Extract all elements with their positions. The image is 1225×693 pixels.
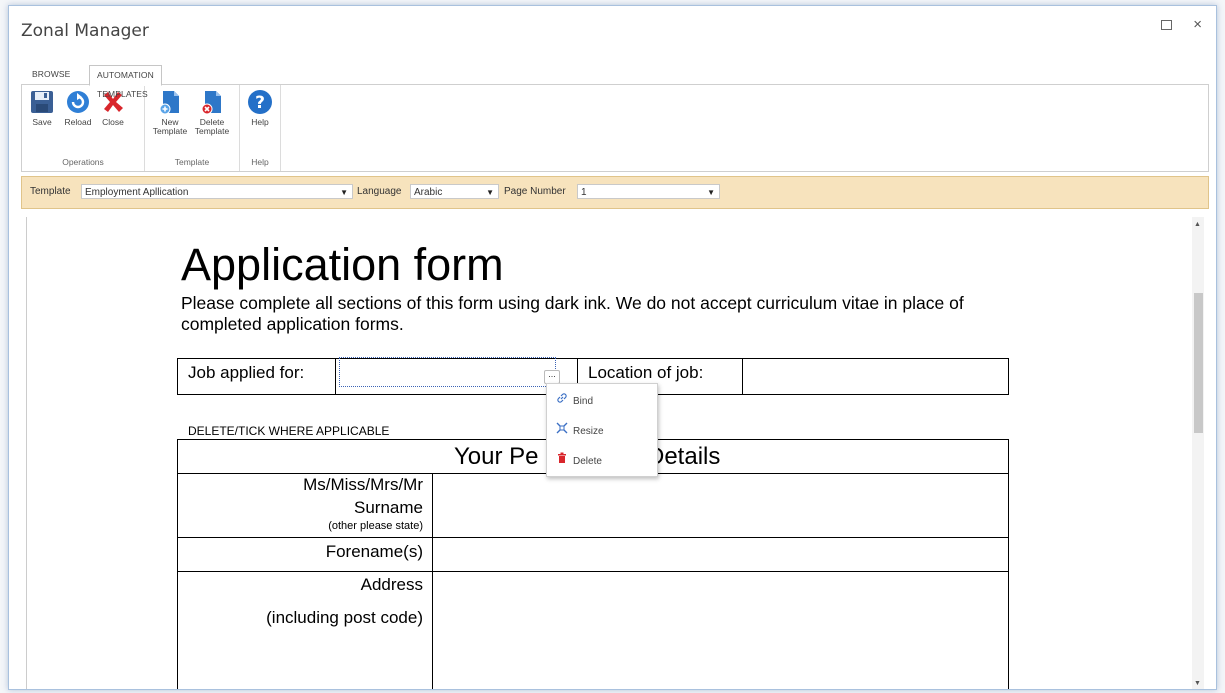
maximize-icon[interactable] <box>1161 20 1172 30</box>
divider <box>177 571 1009 572</box>
other-state-label: (other please state) <box>328 520 423 532</box>
context-menu-resize[interactable]: Resize <box>555 421 604 441</box>
zonal-manager-window: Zonal Manager × BROWSE AUTOMATION TEMPLA… <box>8 5 1217 690</box>
context-menu-bind[interactable]: Bind <box>555 391 593 411</box>
location-label: Location of job: <box>588 363 704 382</box>
divider <box>432 473 433 689</box>
language-select-value: Arabic <box>414 187 443 198</box>
resize-label: Resize <box>573 426 604 437</box>
section-title-right: Details <box>647 443 721 470</box>
divider <box>742 358 743 395</box>
chevron-down-icon: ▼ <box>340 188 348 197</box>
delete-template-button[interactable]: Delete Template <box>193 89 231 136</box>
divider <box>335 358 336 395</box>
window-title: Zonal Manager <box>21 21 149 41</box>
bind-label: Bind <box>573 396 594 407</box>
scroll-thumb[interactable] <box>1194 293 1203 433</box>
resize-icon <box>555 421 569 441</box>
delete-label: Delete <box>573 456 602 467</box>
tab-automation-templates[interactable]: AUTOMATION TEMPLATES <box>89 65 162 99</box>
group-label-template: Template <box>174 157 210 167</box>
reload-icon <box>65 89 91 115</box>
scroll-up-icon[interactable]: ▲ <box>1194 221 1201 228</box>
save-icon <box>29 89 55 115</box>
language-label: Language <box>357 186 402 197</box>
zone-context-menu: Bind Resize Delete <box>546 383 658 477</box>
reload-label: Reload <box>64 117 92 127</box>
document-title: Application form <box>181 239 504 290</box>
help-icon: ? <box>247 89 273 115</box>
page-number-select-value: 1 <box>581 187 587 198</box>
chevron-down-icon: ▼ <box>486 188 494 197</box>
save-label: Save <box>32 117 52 127</box>
ribbon-group-help: ? Help Help <box>240 85 281 171</box>
forenames-label: Forename(s) <box>325 542 423 561</box>
group-label-operations: Operations <box>62 157 104 167</box>
postcode-label: (including post code) <box>266 608 423 627</box>
surname-label: Surname <box>354 498 423 517</box>
job-applied-zone[interactable] <box>339 357 556 387</box>
close-icon[interactable]: × <box>1193 16 1202 33</box>
section-title-left: Your Pe <box>454 443 539 470</box>
ribbon: Save Reload Close Operations New Templat… <box>21 84 1209 172</box>
template-select-value: Employment Apllication <box>85 187 189 198</box>
new-template-label: New Template <box>152 117 188 136</box>
title-field-label: Ms/Miss/Mrs/Mr <box>303 475 423 494</box>
link-icon <box>555 391 569 411</box>
trash-icon <box>555 451 569 471</box>
context-menu-delete[interactable]: Delete <box>555 451 602 471</box>
close-label: Close <box>102 117 124 127</box>
template-filter-bar: Template Employment Apllication ▼ Langua… <box>21 176 1209 209</box>
save-button[interactable]: Save <box>28 89 56 127</box>
template-select[interactable]: Employment Apllication ▼ <box>81 184 353 199</box>
address-label: Address <box>360 575 423 594</box>
divider <box>177 537 1009 538</box>
job-applied-label: Job applied for: <box>188 363 305 382</box>
new-template-button[interactable]: New Template <box>152 89 188 136</box>
help-label: Help <box>251 117 269 127</box>
delete-template-label: Delete Template <box>194 117 230 136</box>
new-template-icon <box>157 89 183 115</box>
scroll-down-icon[interactable]: ▼ <box>1194 680 1201 687</box>
ribbon-group-template: New Template Delete Template Template <box>145 85 240 171</box>
reload-button[interactable]: Reload <box>61 89 95 127</box>
document-scrollbar[interactable]: ▲ ▼ <box>1192 217 1204 689</box>
zone-options-handle[interactable]: ... <box>544 370 560 384</box>
delete-tick-label: DELETE/TICK WHERE APPLICABLE <box>188 424 390 438</box>
chevron-down-icon: ▼ <box>707 188 715 197</box>
group-label-help: Help <box>251 157 269 167</box>
document-instructions: Please complete all sections of this for… <box>181 293 964 334</box>
language-select[interactable]: Arabic ▼ <box>410 184 499 199</box>
delete-template-icon <box>199 89 225 115</box>
help-button[interactable]: ? Help <box>247 89 273 127</box>
page-number-label: Page Number <box>504 186 566 197</box>
page-number-select[interactable]: 1 ▼ <box>577 184 720 199</box>
document-viewer[interactable]: Application form Please complete all sec… <box>26 217 1192 689</box>
svg-text:?: ? <box>255 93 265 113</box>
document-page: Application form Please complete all sec… <box>27 217 1192 689</box>
template-label: Template <box>30 186 71 197</box>
tab-browse[interactable]: BROWSE <box>25 65 77 84</box>
